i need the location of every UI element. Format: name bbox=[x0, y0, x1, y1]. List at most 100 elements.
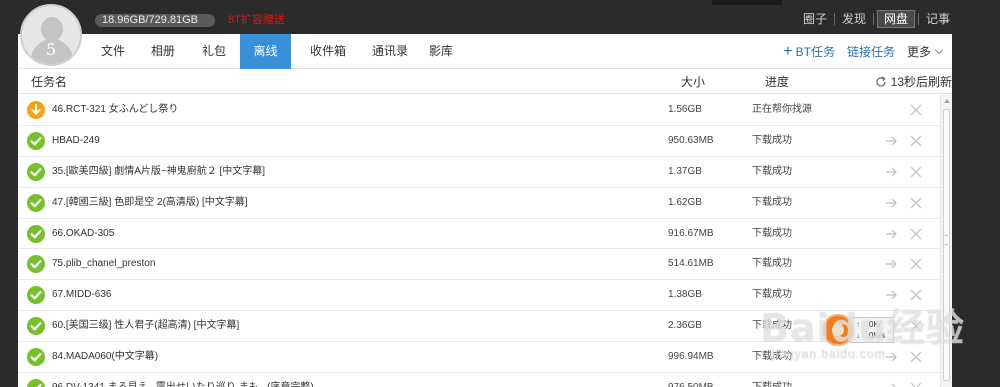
tab-actions: + BT任务 链接任务 更多 bbox=[783, 34, 944, 69]
task-name[interactable]: 96.DV-1341 まる見え...露出せいたり巡り まも...(序章完整) bbox=[52, 373, 314, 387]
offline-panel: 文件 相册 礼包 离线 收件箱 通讯录 影库 + BT任务 链接任务 更多 任务… bbox=[18, 34, 952, 387]
task-progress: 下载成功 bbox=[752, 258, 792, 270]
top-nav-netdisk[interactable]: 网盘 bbox=[876, 10, 915, 28]
top-nav-discover[interactable]: 发现 bbox=[838, 11, 870, 27]
table-row[interactable]: 75.plib_chanel_preston 514.61MB 下载成功 bbox=[18, 249, 940, 281]
task-size: 996.94MB bbox=[668, 351, 714, 363]
task-progress: 正在帮你找源 bbox=[752, 104, 812, 115]
success-check-icon bbox=[27, 162, 45, 181]
task-progress: 下载成功 bbox=[752, 373, 792, 387]
scroll-grip bbox=[945, 235, 948, 245]
top-nav-divider bbox=[917, 13, 919, 25]
avatar-number: 5 bbox=[46, 40, 57, 59]
task-name[interactable]: 84.MADA060(中文字幕) bbox=[52, 342, 158, 372]
delete-x-icon[interactable] bbox=[909, 350, 923, 364]
delete-x-icon[interactable] bbox=[909, 196, 923, 210]
delete-x-icon[interactable] bbox=[909, 381, 923, 387]
download-arrow-icon: ↓ bbox=[856, 331, 860, 340]
tab-files[interactable]: 文件 bbox=[90, 34, 136, 69]
scroll-up-arrow[interactable] bbox=[944, 99, 950, 103]
table-row[interactable]: 84.MADA060(中文字幕) 996.94MB 下载成功 bbox=[18, 342, 940, 374]
success-check-icon bbox=[27, 224, 45, 243]
upload-arrow-icon: ↑ bbox=[856, 320, 860, 329]
task-name[interactable]: 75.plib_chanel_preston bbox=[52, 249, 155, 279]
chevron-down-icon bbox=[934, 45, 944, 54]
table-row[interactable]: 47.[韓國三級] 色即是空 2(高清版) [中文字幕] 1.62GB 下载成功 bbox=[18, 188, 940, 219]
task-list: 46.RCT-321 女ふんどし祭り 1.56GB 正在帮你找源 HBAD-249 95… bbox=[18, 95, 940, 387]
task-name[interactable]: HBAD-249 bbox=[52, 126, 100, 156]
tab-inbox[interactable]: 收件箱 bbox=[298, 34, 358, 69]
table-row[interactable]: 35.[歐美四級] 劇情A片版~神鬼廚航２ [中文字幕] 1.37GB 下载成功 bbox=[18, 157, 940, 188]
tab-gift[interactable]: 礼包 bbox=[191, 34, 237, 69]
delete-x-icon[interactable] bbox=[909, 319, 923, 333]
top-nav: 圈子 发现 网盘 记事 bbox=[799, 10, 950, 28]
top-nav-divider bbox=[833, 13, 835, 25]
tab-contacts[interactable]: 通讯录 bbox=[360, 34, 420, 69]
open-arrow-icon[interactable] bbox=[884, 227, 898, 241]
column-header-progress: 进度 bbox=[765, 75, 790, 89]
task-size: 1.38GB bbox=[668, 289, 702, 301]
tab-bar: 文件 相册 礼包 离线 收件箱 通讯录 影库 + BT任务 链接任务 更多 bbox=[18, 34, 952, 69]
bt-task-button[interactable]: + BT任务 bbox=[783, 43, 835, 60]
open-arrow-icon[interactable] bbox=[884, 350, 898, 364]
top-decoration bbox=[712, 0, 782, 5]
table-row[interactable]: 60.[美国三级] 性人君子(超高清) [中文字幕] 2.36GB 下载成功 bbox=[18, 311, 940, 343]
task-size: 514.61MB bbox=[668, 258, 714, 270]
refresh-button[interactable]: 13秒后刷新 bbox=[875, 70, 952, 94]
link-task-button[interactable]: 链接任务 bbox=[847, 43, 895, 60]
task-name[interactable]: 67.MIDD-636 bbox=[52, 280, 111, 310]
task-name[interactable]: 46.RCT-321 女ふんどし祭り bbox=[52, 95, 178, 125]
open-arrow-icon[interactable] bbox=[884, 288, 898, 302]
success-check-icon bbox=[27, 286, 45, 305]
open-arrow-icon[interactable] bbox=[884, 257, 898, 271]
open-arrow-icon[interactable] bbox=[884, 165, 898, 179]
open-arrow-icon[interactable] bbox=[884, 196, 898, 210]
table-header: 任务名 大小 进度 13秒后刷新 bbox=[18, 70, 952, 94]
tab-album[interactable]: 相册 bbox=[140, 34, 186, 69]
delete-x-icon[interactable] bbox=[909, 288, 923, 302]
task-progress: 下载成功 bbox=[752, 320, 792, 332]
delete-x-icon[interactable] bbox=[909, 227, 923, 241]
avatar[interactable]: 5 bbox=[20, 4, 82, 66]
scroll-thumb[interactable] bbox=[943, 109, 950, 381]
tab-offline[interactable]: 离线 bbox=[240, 34, 291, 69]
task-name[interactable]: 35.[歐美四級] 劇情A片版~神鬼廚航２ [中文字幕] bbox=[52, 157, 265, 187]
delete-x-icon[interactable] bbox=[909, 165, 923, 179]
accelerator-ball-icon[interactable] bbox=[822, 314, 854, 346]
task-progress: 下载成功 bbox=[752, 134, 792, 146]
more-menu[interactable]: 更多 bbox=[906, 43, 944, 60]
speed-widget[interactable]: ↑ 0K/ ↓ 0K/s bbox=[822, 314, 894, 346]
table-row[interactable]: 67.MIDD-636 1.38GB 下载成功 bbox=[18, 280, 940, 312]
task-progress: 下载成功 bbox=[752, 351, 792, 363]
delete-x-icon[interactable] bbox=[909, 134, 923, 148]
task-name[interactable]: 60.[美国三级] 性人君子(超高清) [中文字幕] bbox=[52, 311, 239, 341]
task-size: 1.56GB bbox=[668, 104, 702, 115]
avatar-head bbox=[41, 17, 63, 41]
top-nav-circle[interactable]: 圈子 bbox=[799, 11, 831, 27]
scrollbar[interactable] bbox=[940, 95, 952, 387]
task-size: 976.50MB bbox=[668, 373, 714, 387]
success-check-icon bbox=[27, 317, 45, 336]
upload-speed: 0K/ bbox=[869, 320, 882, 329]
table-row[interactable]: 46.RCT-321 女ふんどし祭り 1.56GB 正在帮你找源 bbox=[18, 95, 940, 126]
table-row[interactable]: 96.DV-1341 まる見え...露出せいたり巡り まも...(序章完整) 97… bbox=[18, 373, 940, 387]
storage-promo-link[interactable]: 8T扩容赠送 bbox=[228, 14, 285, 27]
storage-usage: 18.96GB/729.81GB bbox=[95, 14, 215, 27]
task-name[interactable]: 66.OKAD-305 bbox=[52, 219, 114, 249]
task-progress: 下载成功 bbox=[752, 289, 792, 301]
tab-movies[interactable]: 影库 bbox=[418, 34, 464, 69]
delete-x-icon[interactable] bbox=[909, 103, 923, 117]
open-arrow-icon[interactable] bbox=[884, 134, 898, 148]
task-name[interactable]: 47.[韓國三級] 色即是空 2(高清版) [中文字幕] bbox=[52, 188, 248, 218]
accelerator-ball-core bbox=[832, 324, 844, 336]
table-row[interactable]: 66.OKAD-305 916.67MB 下载成功 bbox=[18, 219, 940, 250]
top-nav-notes[interactable]: 记事 bbox=[922, 11, 950, 27]
success-check-icon bbox=[27, 131, 45, 150]
delete-x-icon[interactable] bbox=[909, 257, 923, 271]
more-label: 更多 bbox=[906, 45, 931, 59]
speed-readout: ↑ 0K/ ↓ 0K/s bbox=[850, 317, 894, 343]
plus-icon: + bbox=[783, 42, 793, 60]
task-size: 916.67MB bbox=[668, 227, 714, 239]
table-row[interactable]: HBAD-249 950.63MB 下载成功 bbox=[18, 126, 940, 157]
open-arrow-icon[interactable] bbox=[884, 381, 898, 387]
